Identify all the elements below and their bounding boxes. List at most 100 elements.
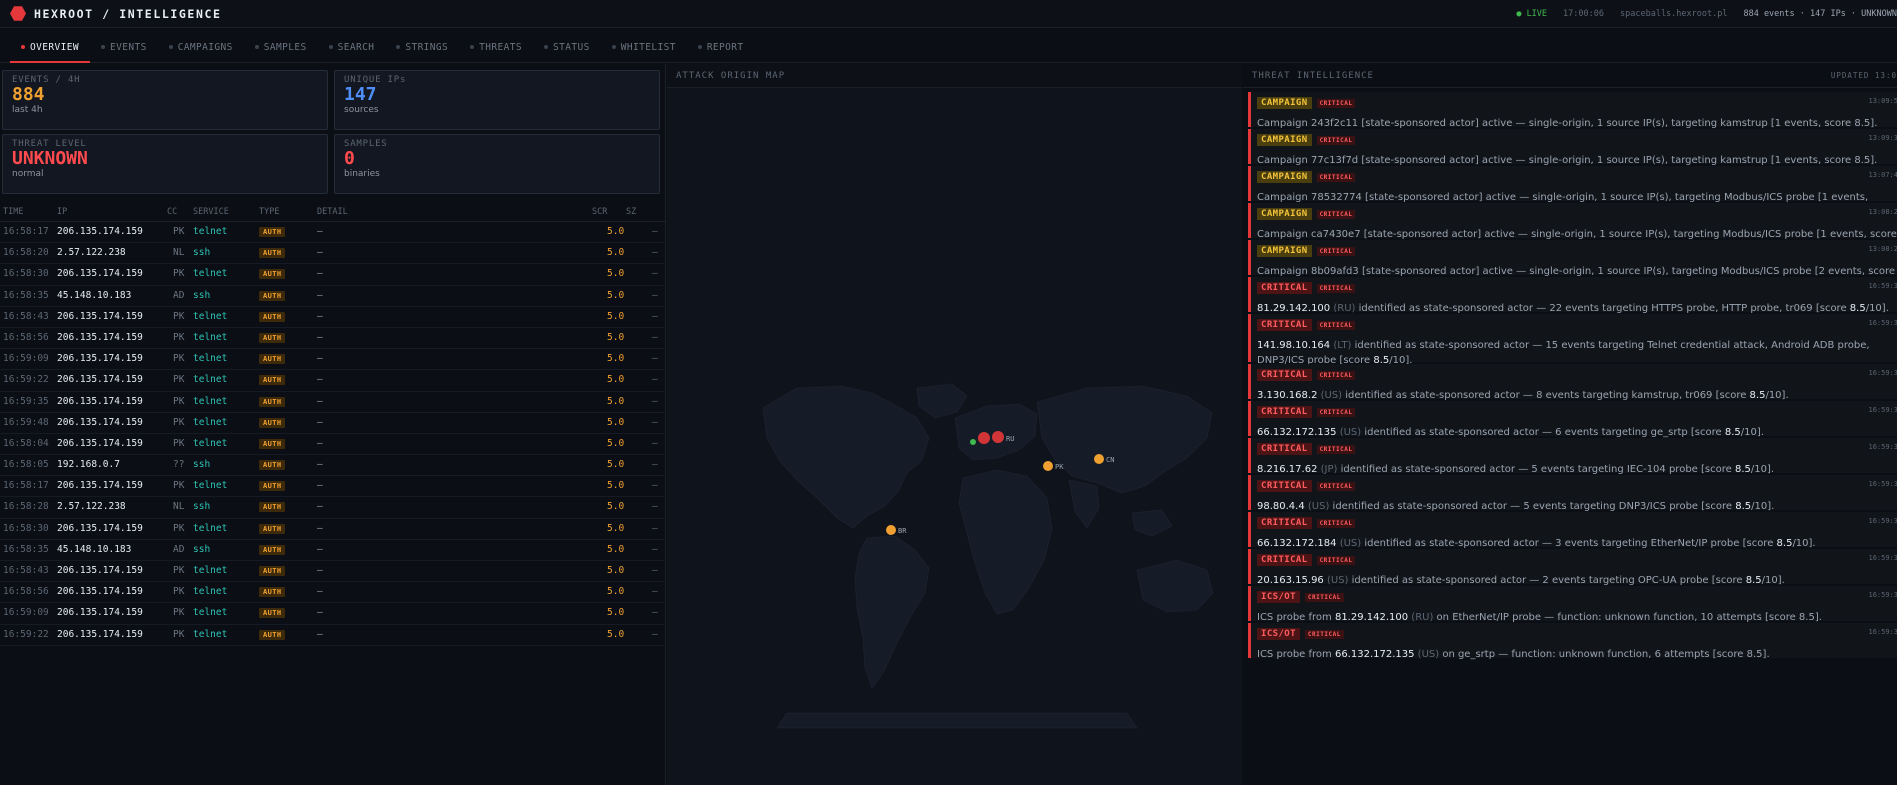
cell-type: AUTH (259, 222, 286, 242)
table-row[interactable]: 16:58:35 45.148.10.183 AD ssh — 5.0 — AUTH (0, 286, 666, 307)
cell-score: 5.0 (607, 331, 625, 343)
item-timestamp: 13:08:2 (1868, 208, 1897, 216)
intel-item[interactable]: CAMPAIGN CRITICAL 13:09:3 Campaign 77c13f7d… (1248, 129, 1897, 166)
cell-country: PK (173, 331, 185, 343)
category-badge: ICS/OT (1257, 591, 1300, 603)
tab-whitelist[interactable]: WHITELIST (601, 33, 687, 63)
table-row[interactable]: 16:58:17 206.135.174.159 PK telnet — 5.0 — AUTH (0, 476, 666, 498)
auth-badge: AUTH (259, 311, 286, 322)
marker-pk[interactable]: PK (1043, 461, 1064, 471)
cell-country: ?? (173, 459, 185, 471)
intel-text: ICS probe from 66.132.172.135 (US) on ge… (1257, 649, 1770, 660)
tab-search[interactable]: SEARCH (318, 33, 386, 63)
cell-size: — (652, 416, 658, 428)
cell-time: 16:58:43 (3, 310, 49, 322)
table-row[interactable]: 16:58:56 206.135.174.159 PK telnet — 5.0 — AUTH (0, 582, 666, 604)
table-row[interactable]: 16:58:17 206.135.174.159 PK telnet — 5.0 — AUTH (0, 222, 666, 244)
nav-tabs: OVERVIEW EVENTS CAMPAIGNS SAMPLES SEARCH… (0, 33, 1897, 63)
marker-br[interactable]: BR (886, 525, 907, 535)
intel-item[interactable]: CRITICAL CRITICAL 16:59:3 3.130.168.2 (US) … (1248, 364, 1897, 401)
cell-detail: — (317, 353, 323, 365)
category-badge: CRITICAL (1257, 282, 1312, 294)
tab-samples[interactable]: SAMPLES (244, 33, 318, 63)
tab-campaigns[interactable]: CAMPAIGNS (158, 33, 244, 63)
intel-item[interactable]: ICS/OT CRITICAL 16:59:3 ICS probe from 66.1… (1248, 623, 1897, 660)
intel-item[interactable]: CAMPAIGN CRITICAL 13:09:5 Campaign 243f2c11… (1248, 92, 1897, 129)
table-row[interactable]: 16:58:30 206.135.174.159 PK telnet — 5.0 — AUTH (0, 264, 666, 286)
cell-country: PK (173, 268, 185, 280)
item-timestamp: 16:59:3 (1868, 369, 1897, 377)
table-row[interactable]: 16:59:22 206.135.174.159 PK telnet — 5.0 — AUTH (0, 370, 666, 392)
cell-size: — (652, 310, 658, 322)
intel-item[interactable]: CAMPAIGN CRITICAL 13:08:2 Campaign ca7430e7… (1248, 203, 1897, 255)
tab-status[interactable]: STATUS (533, 33, 601, 63)
world-map[interactable]: RU PK CN BR (667, 88, 1242, 785)
intel-item[interactable]: CRITICAL CRITICAL 16:59:3 141.98.10.164 (LT… (1248, 314, 1897, 366)
auth-badge: AUTH (259, 375, 286, 386)
cell-detail: — (317, 268, 323, 280)
cell-type: AUTH (259, 625, 286, 645)
tab-strings[interactable]: STRINGS (385, 33, 459, 63)
cell-type: AUTH (259, 349, 286, 369)
intel-item[interactable]: CRITICAL CRITICAL 16:59:3 81.29.142.100 (RU… (1248, 277, 1897, 314)
table-row[interactable]: 16:58:20 2.57.122.238 NL ssh — 5.0 — AUTH (0, 243, 666, 265)
category-badge: ICS/OT (1257, 628, 1300, 640)
cell-score: 5.0 (607, 459, 625, 471)
table-row[interactable]: 16:58:43 206.135.174.159 PK telnet — 5.0 — AUTH (0, 307, 666, 328)
cell-type: AUTH (259, 370, 286, 390)
tab-events[interactable]: EVENTS (90, 33, 158, 63)
intel-item[interactable]: CAMPAIGN CRITICAL 13:08:2 Campaign 8b09afd3… (1248, 240, 1897, 292)
auth-badge: AUTH (259, 354, 286, 365)
table-row[interactable]: 16:59:48 206.135.174.159 PK telnet — 5.0 — AUTH (0, 413, 666, 434)
intel-item[interactable]: CRITICAL CRITICAL 16:59:3 98.80.4.4 (US) id… (1248, 475, 1897, 512)
cell-time: 16:59:09 (3, 353, 49, 365)
tab-threats[interactable]: THREATS (459, 33, 533, 63)
table-row[interactable]: 16:59:09 206.135.174.159 PK telnet — 5.0 — AUTH (0, 349, 666, 371)
overview-left-panel: EVENTS / 4H 884 last 4h UNIQUE IPs 147 s… (0, 64, 666, 785)
table-row[interactable]: 16:58:04 206.135.174.159 PK telnet — 5.0 — AUTH (0, 434, 666, 456)
panel-title: THREAT INTELLIGENCE (1252, 71, 1374, 81)
threat-level-value: UNKNOWN (12, 148, 88, 169)
table-row[interactable]: 16:58:05 192.168.0.7?? ssh — 5.0 — AUTH (0, 455, 666, 477)
tab-dot-icon (611, 45, 616, 49)
cell-detail: — (317, 395, 323, 407)
events-card: EVENTS / 4H 884 last 4h (2, 70, 328, 130)
tab-overview[interactable]: OVERVIEW (10, 33, 90, 63)
cell-size: — (652, 353, 658, 365)
item-timestamp: 16:59:3 (1868, 406, 1897, 414)
table-row[interactable]: 16:58:35 45.148.10.183 AD ssh — 5.0 — AUTH (0, 540, 666, 561)
table-row[interactable]: 16:59:35 206.135.174.159 PK telnet — 5.0 — AUTH (0, 392, 666, 413)
auth-badge: AUTH (259, 438, 286, 449)
cell-time: 16:59:09 (3, 607, 49, 619)
table-row[interactable]: 16:58:28 2.57.122.238 NL ssh — 5.0 — AUTH (0, 497, 666, 519)
intel-item[interactable]: CRITICAL CRITICAL 16:59:3 66.132.172.135 (U… (1248, 401, 1897, 438)
cell-score: 5.0 (607, 565, 625, 576)
table-row[interactable]: 16:58:43 206.135.174.159 PK telnet — 5.0 — AUTH (0, 561, 666, 583)
intel-item[interactable]: ICS/OT CRITICAL 16:59:3 ICS probe from 81.2… (1248, 586, 1897, 623)
cell-time: 16:58:17 (3, 226, 49, 237)
cell-time: 16:58:20 (3, 247, 49, 259)
cell-size: — (652, 268, 658, 280)
table-row[interactable]: 16:59:09 206.135.174.159 PK telnet — 5.0 — AUTH (0, 603, 666, 625)
tab-report[interactable]: REPORT (687, 33, 755, 63)
severity-badge: CRITICAL (1316, 444, 1356, 454)
cell-ip: 206.135.174.159 (57, 268, 143, 280)
severity-badge: CRITICAL (1316, 246, 1356, 256)
intel-item[interactable]: CAMPAIGN CRITICAL 13:07:4 Campaign 78532774… (1248, 166, 1897, 218)
intel-item[interactable]: CRITICAL CRITICAL 16:59:3 66.132.172.184 (U… (1248, 512, 1897, 549)
intel-item[interactable]: CRITICAL CRITICAL 16:59:3 20.163.15.96 (US)… (1248, 549, 1897, 586)
table-row[interactable]: 16:58:30 206.135.174.159 PK telnet — 5.0 — AUTH (0, 519, 666, 540)
auth-badge: AUTH (259, 269, 286, 280)
marker-nl[interactable] (970, 439, 976, 445)
severity-badge: CRITICAL (1316, 518, 1356, 528)
cell-service: ssh (193, 543, 211, 555)
table-row[interactable]: 16:58:56 206.135.174.159 PK telnet — 5.0 — AUTH (0, 328, 666, 350)
marker-lt[interactable] (978, 432, 990, 444)
auth-badge: AUTH (259, 396, 286, 407)
table-row[interactable]: 16:59:22 206.135.174.159 PK telnet — 5.0 — AUTH (0, 625, 666, 646)
intel-item[interactable]: CRITICAL CRITICAL 16:59:3 8.216.17.62 (JP) … (1248, 438, 1897, 475)
cell-ip: 206.135.174.159 (57, 480, 143, 492)
cell-service: telnet (193, 565, 228, 576)
cell-country: PK (173, 416, 185, 428)
cell-country: PK (173, 395, 185, 407)
